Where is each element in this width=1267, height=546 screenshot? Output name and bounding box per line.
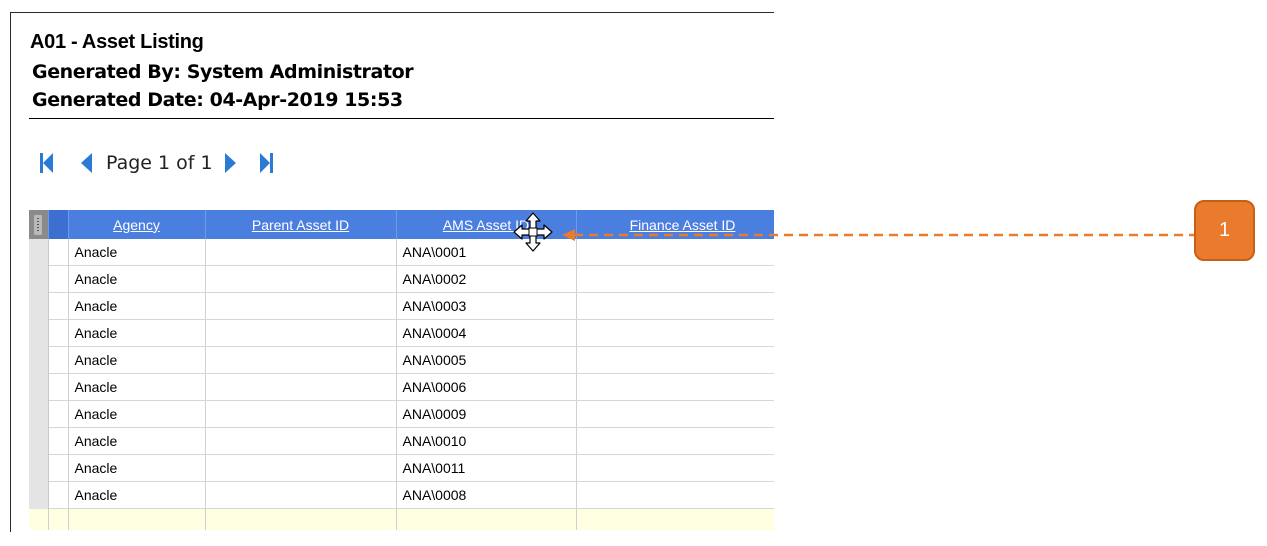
agency-cell: Anacle: [74, 352, 118, 368]
ams-asset-id-cell: ANA\0011: [402, 460, 466, 476]
new-row-cell[interactable]: [205, 508, 397, 530]
table-row[interactable]: Anacle ANA\0006: [29, 373, 774, 401]
agency-cell: Anacle: [74, 487, 118, 503]
frame-left-border: [10, 12, 11, 532]
new-row-cell[interactable]: [396, 508, 577, 530]
new-row[interactable]: [29, 508, 774, 530]
callout-arrow-icon: [562, 229, 575, 241]
report-title: A01 - Asset Listing: [30, 31, 204, 53]
asset-grid: Agency Parent Asset ID AMS Asset ID Fina…: [29, 210, 774, 530]
row-grip: [29, 400, 49, 428]
ams-asset-id-cell: ANA\0010: [402, 433, 467, 449]
table-row[interactable]: Anacle ANA\0011: [29, 454, 774, 482]
table-row[interactable]: Anacle ANA\0004: [29, 319, 774, 347]
generated-date-text: Generated Date: 04-Apr-2019 15:53: [32, 89, 403, 111]
ams-asset-id-cell: ANA\0002: [402, 271, 467, 287]
page-indicator: Page 1 of 1: [106, 152, 213, 174]
callout-leader-line: [562, 229, 1194, 241]
row-selector[interactable]: [48, 481, 69, 509]
ams-asset-id-cell: ANA\0006: [402, 379, 467, 395]
agency-cell: Anacle: [74, 460, 118, 476]
row-selector[interactable]: [48, 427, 69, 455]
generated-by-text: Generated By: System Administrator: [32, 61, 414, 83]
ams-asset-id-cell: ANA\0003: [402, 298, 467, 314]
row-grip: [29, 481, 49, 509]
last-page-icon: [259, 153, 273, 173]
table-row[interactable]: Anacle ANA\0002: [29, 265, 774, 293]
grid-body: Anacle ANA\0001 Anacle ANA\0002 Anacle ANA\…: [29, 239, 774, 530]
agency-cell: Anacle: [74, 433, 118, 449]
agency-cell: Anacle: [74, 379, 118, 395]
column-header-parent-asset-id-link[interactable]: Parent Asset ID: [252, 217, 349, 233]
header-divider: [29, 118, 774, 119]
next-page-icon: [224, 153, 236, 173]
new-row-selector[interactable]: [48, 508, 69, 530]
grip-handle-icon: [34, 214, 43, 235]
table-row[interactable]: Anacle ANA\0010: [29, 427, 774, 455]
previous-page-icon: [81, 153, 92, 173]
previous-page-button[interactable]: [76, 151, 96, 175]
row-selector[interactable]: [48, 373, 69, 401]
ams-asset-id-cell: ANA\0005: [402, 352, 467, 368]
move-cursor-icon: [513, 212, 553, 252]
callout-number-badge: 1: [1194, 200, 1255, 261]
agency-cell: Anacle: [74, 271, 118, 287]
new-row-grip: [29, 508, 49, 530]
row-selector[interactable]: [48, 319, 69, 347]
column-header-agency-link[interactable]: Agency: [113, 217, 160, 233]
agency-cell: Anacle: [74, 406, 118, 422]
table-row[interactable]: Anacle ANA\0009: [29, 400, 774, 428]
row-selector[interactable]: [48, 265, 69, 293]
row-grip: [29, 346, 49, 374]
row-grip: [29, 454, 49, 482]
first-page-icon: [40, 153, 53, 173]
new-row-cell[interactable]: [576, 508, 774, 530]
row-grip: [29, 427, 49, 455]
agency-cell: Anacle: [74, 244, 118, 260]
ams-asset-id-cell: ANA\0008: [402, 487, 467, 503]
row-selector[interactable]: [48, 292, 69, 320]
select-column-header: [48, 210, 69, 239]
row-grip: [29, 265, 49, 293]
frame-top-border: [10, 12, 774, 13]
table-row[interactable]: Anacle ANA\0003: [29, 292, 774, 320]
row-grip: [29, 319, 49, 347]
table-row[interactable]: Anacle ANA\0008: [29, 481, 774, 509]
row-selector[interactable]: [48, 400, 69, 428]
column-header-parent-asset-id[interactable]: Parent Asset ID: [205, 210, 397, 239]
last-page-button[interactable]: [257, 151, 277, 175]
agency-cell: Anacle: [74, 298, 118, 314]
ams-asset-id-cell: ANA\0009: [402, 406, 467, 422]
ams-asset-id-cell: ANA\0004: [402, 325, 467, 341]
table-row[interactable]: Anacle ANA\0005: [29, 346, 774, 374]
row-selector[interactable]: [48, 346, 69, 374]
row-grip: [29, 373, 49, 401]
pager: Page 1 of 1: [36, 148, 277, 178]
row-selector[interactable]: [48, 454, 69, 482]
group-by-grip[interactable]: [29, 210, 49, 239]
first-page-button[interactable]: [36, 151, 56, 175]
row-grip: [29, 292, 49, 320]
row-grip: [29, 239, 49, 266]
next-page-button[interactable]: [221, 151, 241, 175]
agency-cell: Anacle: [74, 325, 118, 341]
row-selector[interactable]: [48, 239, 69, 266]
new-row-cell[interactable]: [68, 508, 206, 530]
column-header-agency[interactable]: Agency: [68, 210, 206, 239]
